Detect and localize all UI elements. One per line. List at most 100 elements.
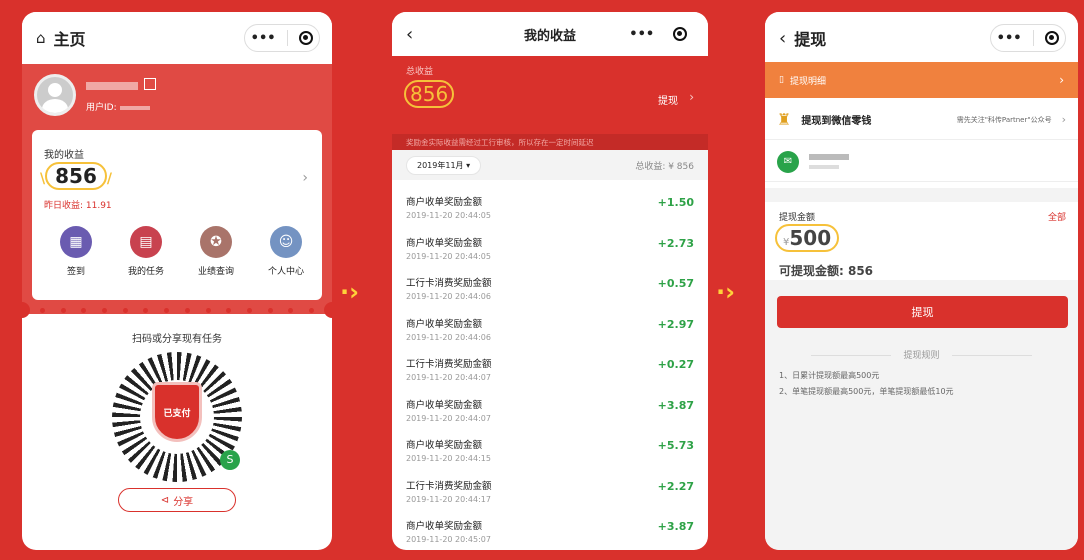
- record-amount: +3.87: [657, 398, 694, 412]
- withdraw-to-wechat-row[interactable]: ♜ 提现到微信零钱 需先关注"科传Partner"公众号 ›: [765, 100, 1078, 140]
- task-icon: ▤: [130, 226, 162, 258]
- list-item: 工行卡消费奖励金额 2019-11-20 20:44:07 +0.27: [406, 356, 694, 396]
- rules-title: 提现规则: [765, 348, 1078, 361]
- mini-program-capsule[interactable]: •••: [244, 24, 320, 52]
- record-title: 工行卡消费奖励金额: [406, 278, 492, 289]
- earnings-screen: ‹ 我的收益 ••• 总收益 856 提现 › 奖励金实际收益需经过工行审核，所…: [392, 12, 708, 550]
- record-title: 工行卡消费奖励金额: [406, 359, 492, 370]
- total-label: 总收益: [406, 67, 434, 77]
- mini-program-capsule[interactable]: •••: [620, 20, 696, 48]
- chevron-right-icon[interactable]: ›: [689, 90, 694, 104]
- arrow-icon: ·›: [716, 278, 736, 306]
- wechat-account-row[interactable]: ✉: [765, 142, 1078, 182]
- earnings-nav: ‹ 我的收益 •••: [392, 12, 708, 56]
- follow-hint: 需先关注"科传Partner"公众号: [956, 115, 1052, 124]
- withdraw-screen: ‹ 提现 ••• ▯ 提现明细 › ♜ 提现到微信零钱 需先关注"科传Partn…: [765, 12, 1078, 550]
- close-icon[interactable]: [672, 27, 687, 41]
- notch-right: [324, 302, 332, 318]
- list-item: 商户收单奖励金额 2019-11-20 20:44:06 +2.97: [406, 316, 694, 356]
- list-item: 商户收单奖励金额 2019-11-20 20:44:05 +1.50: [406, 194, 694, 234]
- record-amount: +5.73: [657, 439, 694, 452]
- total-sum: 总收益: ¥ 856: [635, 161, 694, 172]
- available-amount: 可提现金额: 856: [779, 264, 874, 278]
- total-value: 856: [404, 80, 455, 108]
- total-earnings-banner: 总收益 856 提现 ›: [392, 56, 708, 146]
- list-item: 商户收单奖励金额 2019-11-20 20:44:15 +5.73: [406, 437, 694, 477]
- record-title: 商户收单奖励金额: [406, 318, 483, 330]
- record-date: 2019-11-20 20:44:15: [406, 454, 491, 463]
- record-amount: +0.57: [657, 277, 694, 290]
- record-amount: +2.73: [657, 236, 694, 250]
- rule-2: 2、单笔提现额最高500元，单笔提现额最低10元: [779, 387, 954, 396]
- record-amount: +3.87: [657, 520, 694, 533]
- record-title: 工行卡消费奖励金额: [406, 480, 492, 492]
- record-date: 2019-11-20 20:44:06: [406, 292, 491, 301]
- profile-center-button[interactable]: ☺ 个人中心: [256, 226, 316, 277]
- person-icon: ☺: [270, 226, 302, 258]
- record-amount: +2.27: [657, 479, 694, 493]
- chevron-right-icon: ›: [1059, 73, 1064, 87]
- share-button[interactable]: ⊲ 分享: [118, 488, 236, 512]
- earnings-card[interactable]: 我的收益 \ 856/ 昨日收益: 11.91 › ▦ 签到 ▤ 我的任务 ✪ 业绩查询…: [32, 130, 322, 300]
- more-icon[interactable]: •••: [997, 31, 1022, 46]
- home-nav: ⌂ 主页 •••: [22, 12, 332, 64]
- chevron-right-icon[interactable]: ›: [302, 170, 308, 186]
- performance-button[interactable]: ✪ 业绩查询: [186, 226, 246, 277]
- mini-program-qrcode: 已支付 S: [112, 352, 242, 482]
- list-item: 商户收单奖励金额 2019-11-20 20:45:07 +3.87: [406, 518, 694, 550]
- record-date: 2019-11-20 20:44:17: [406, 494, 491, 504]
- record-date: 2019-11-20 20:44:07: [406, 413, 491, 423]
- scan-text: 扫码或分享现有任务: [132, 334, 222, 345]
- record-title: 商户收单奖励金额: [406, 237, 483, 249]
- withdraw-detail-bar[interactable]: ▯ 提现明细 ›: [765, 62, 1078, 98]
- page-title: 提现: [794, 30, 827, 49]
- shield-icon: 已支付: [152, 382, 202, 442]
- more-icon[interactable]: •••: [629, 27, 654, 42]
- list-icon: ▯: [779, 75, 784, 85]
- withdraw-all-link[interactable]: 全部: [1048, 210, 1066, 223]
- withdraw-link[interactable]: 提现: [658, 92, 678, 107]
- month-select[interactable]: 2019年11月 ▾: [406, 155, 482, 175]
- calendar-icon: ▦: [60, 226, 92, 258]
- my-tasks-button[interactable]: ▤ 我的任务: [116, 226, 176, 277]
- list-item: 商户收单奖励金额 2019-11-20 20:44:05 +2.73: [406, 235, 694, 275]
- list-item: 工行卡消费奖励金额 2019-11-20 20:44:17 +2.27: [406, 478, 694, 518]
- user-id: 用户ID:: [86, 100, 150, 113]
- page-title: 主页: [53, 30, 86, 49]
- filter-bar: 2019年11月 ▾ 总收益: ¥ 856: [392, 150, 708, 180]
- record-title: 商户收单奖励金额: [406, 440, 483, 451]
- mini-program-capsule[interactable]: •••: [990, 24, 1066, 52]
- withdraw-button[interactable]: 提现: [777, 296, 1068, 328]
- record-amount: +0.27: [657, 358, 694, 371]
- home-screen: ⌂ 主页 ••• 用户ID: 我的收益 \ 856/ 昨日收益: 11.91 › …: [22, 12, 332, 550]
- home-icon[interactable]: ⌂: [36, 29, 46, 47]
- rule-1: 1、日累计提现额最高500元: [779, 371, 880, 380]
- avatar[interactable]: [34, 74, 76, 116]
- edit-icon[interactable]: [144, 78, 156, 90]
- wechat-icon: ✉: [777, 150, 799, 173]
- more-icon[interactable]: •••: [251, 31, 276, 46]
- arrow-icon: ·›: [340, 278, 360, 306]
- record-date: 2019-11-20 20:44:05: [406, 211, 491, 220]
- checkin-button[interactable]: ▦ 签到: [46, 226, 106, 277]
- medal-icon: ✪: [200, 226, 232, 258]
- mini-program-icon: S: [220, 450, 240, 470]
- amount-input[interactable]: ¥500: [775, 224, 840, 252]
- record-date: 2019-11-20 20:44:06: [406, 332, 491, 342]
- earnings-label: 我的收益: [44, 150, 84, 161]
- list-item: 商户收单奖励金额 2019-11-20 20:44:07 +3.87: [406, 397, 694, 437]
- record-title: 商户收单奖励金额: [406, 399, 483, 411]
- yesterday-earnings: 昨日收益: 11.91: [44, 201, 112, 211]
- withdraw-nav: ‹ 提现 •••: [765, 12, 1078, 64]
- share-icon: ⊲: [160, 494, 170, 506]
- username-blurred: [86, 82, 138, 90]
- chevron-right-icon: ›: [1061, 113, 1066, 126]
- close-icon[interactable]: [299, 31, 314, 45]
- earnings-value: \ 856/: [40, 162, 112, 190]
- close-icon[interactable]: [1045, 31, 1060, 45]
- record-title: 商户收单奖励金额: [406, 521, 483, 532]
- record-amount: +2.97: [657, 317, 694, 331]
- amount-label: 提现金额: [779, 213, 816, 223]
- back-icon[interactable]: ‹: [779, 28, 786, 49]
- moneybag-icon: ♜: [777, 110, 792, 129]
